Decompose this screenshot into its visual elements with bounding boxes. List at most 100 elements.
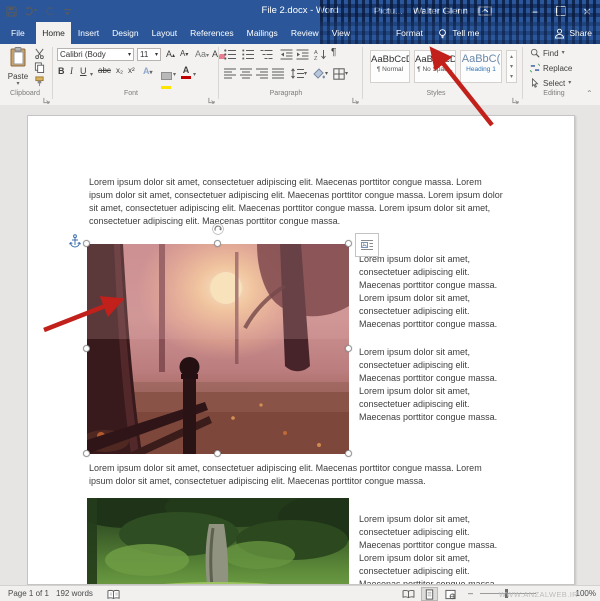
maximize-button[interactable] (548, 0, 574, 22)
ribbon-tab-row: File Home Insert Design Layout Reference… (0, 0, 600, 44)
save-icon[interactable] (6, 6, 17, 17)
zoom-level[interactable]: 100% (576, 589, 596, 598)
tab-file[interactable]: File (0, 22, 36, 44)
format-painter-icon[interactable] (34, 76, 45, 87)
read-mode-button[interactable] (400, 587, 417, 601)
collapse-ribbon-icon[interactable]: ⌃ (586, 89, 593, 98)
text-highlight-button[interactable] (161, 67, 172, 89)
side-text-1[interactable]: Lorem ipsum dolor sit amet, consectetuer… (359, 253, 506, 331)
font-name-combo[interactable]: Calibri (Body ▾ (57, 48, 134, 61)
resize-handle-middle-right[interactable] (345, 345, 352, 352)
borders-icon[interactable]: ▾ (333, 68, 348, 80)
word-window: File 2.docx - Word ▾ Pictu... Walter Gle… (0, 0, 600, 601)
replace-button[interactable]: Replace (530, 63, 572, 73)
styles-scroll-down-icon[interactable]: ▾ (510, 64, 513, 70)
clipboard-dialog-launcher-icon[interactable] (43, 91, 51, 99)
bullets-icon[interactable] (224, 49, 237, 60)
find-dropdown-icon: ▾ (561, 50, 565, 56)
tab-home[interactable]: Home (35, 22, 72, 44)
tab-format[interactable]: Format (389, 22, 429, 44)
rotate-handle-icon[interactable] (212, 222, 224, 240)
resize-handle-top-left[interactable] (83, 240, 90, 247)
layout-options-button[interactable] (355, 233, 379, 257)
show-hide-paragraph-icon[interactable]: ¶ (331, 48, 336, 58)
paragraph-mid[interactable]: Lorem ipsum dolor sit amet, consectetuer… (89, 462, 505, 488)
sort-icon[interactable] (314, 49, 327, 60)
document-page[interactable]: Lorem ipsum dolor sit amet, consectetuer… (27, 115, 575, 585)
font-size-combo[interactable]: 11 ▾ (137, 48, 161, 61)
resize-handle-middle-left[interactable] (83, 345, 90, 352)
shrink-font-button[interactable]: A ▾ (180, 50, 188, 59)
underline-button[interactable]: U (80, 67, 87, 76)
paragraph-dialog-launcher-icon[interactable] (352, 91, 360, 99)
ribbon-display-options-icon[interactable] (478, 5, 492, 17)
cut-icon[interactable] (34, 48, 45, 59)
resize-handle-top-right[interactable] (345, 240, 352, 247)
styles-gallery-scroll[interactable]: ▾ ▾ ▾ (506, 50, 517, 83)
paragraph-top[interactable]: Lorem ipsum dolor sit amet, consectetuer… (89, 176, 505, 228)
zoom-out-button[interactable]: – (468, 588, 473, 598)
resize-handle-bottom-left[interactable] (83, 450, 90, 457)
proofing-status-icon[interactable] (103, 587, 124, 601)
font-color-button[interactable]: A (181, 66, 191, 79)
align-right-icon[interactable] (256, 68, 268, 79)
document-photo-green-trees[interactable] (75, 487, 382, 584)
justify-icon[interactable] (272, 68, 284, 79)
tab-references[interactable]: References (184, 22, 240, 44)
print-layout-button[interactable] (421, 587, 438, 601)
copy-icon[interactable] (34, 62, 45, 73)
line-spacing-icon[interactable]: ▾ (291, 68, 307, 79)
text-effects-button[interactable]: A ▾ (143, 67, 153, 77)
user-name[interactable]: Walter Glenn (413, 6, 468, 17)
page-count-status[interactable]: Page 1 of 1 (4, 586, 53, 601)
find-button[interactable]: Find ▾ (530, 48, 565, 58)
word-count-status[interactable]: 192 words (52, 586, 97, 601)
share-label: Share (569, 28, 592, 38)
change-case-button[interactable]: Aa ▾ (195, 50, 209, 60)
share-button[interactable]: Share (546, 22, 600, 44)
web-layout-button[interactable] (442, 587, 459, 601)
font-dialog-launcher-icon[interactable] (208, 91, 216, 99)
redo-icon[interactable] (44, 6, 55, 17)
tab-design[interactable]: Design (106, 22, 145, 44)
style-heading1-sample: AaBbC( (461, 54, 501, 65)
superscript-button[interactable]: x² (128, 67, 135, 75)
side-text-2[interactable]: Lorem ipsum dolor sit amet, consectetuer… (359, 346, 506, 424)
paste-button[interactable]: Paste ▾ (5, 47, 31, 89)
grow-font-button[interactable]: A ▴ (166, 50, 175, 60)
tab-mailings[interactable]: Mailings (240, 22, 284, 44)
italic-button[interactable]: I (70, 67, 73, 76)
style-normal[interactable]: AaBbCcDc ¶ Normal (370, 50, 410, 83)
styles-scroll-up-icon[interactable]: ▾ (510, 53, 513, 59)
align-center-icon[interactable] (240, 68, 252, 79)
style-heading1[interactable]: AaBbC( Heading 1 (460, 50, 502, 83)
resize-handle-bottom-center[interactable] (214, 450, 221, 457)
close-button[interactable]: × (574, 0, 600, 22)
customize-qat-icon[interactable] (62, 6, 73, 17)
tell-me-box[interactable]: Tell me (429, 22, 487, 44)
numbering-icon[interactable] (242, 49, 255, 60)
tab-view[interactable]: View (325, 22, 356, 44)
resize-handle-top-center[interactable] (214, 240, 221, 247)
subscript-button[interactable]: x₂ (116, 67, 123, 75)
tab-layout[interactable]: Layout (145, 22, 184, 44)
select-button[interactable]: Select ▾ (530, 78, 571, 88)
bold-button[interactable]: B (58, 67, 65, 76)
shading-icon[interactable]: ▾ (313, 68, 328, 79)
styles-gallery-more-icon[interactable]: ▾ (510, 74, 513, 80)
decrease-indent-icon[interactable] (280, 49, 293, 60)
styles-dialog-launcher-icon[interactable] (512, 91, 520, 99)
resize-handle-bottom-right[interactable] (345, 450, 352, 457)
strikethrough-button[interactable]: abc (98, 67, 111, 75)
multilevel-list-icon[interactable] (260, 49, 273, 60)
font-name-dropdown-icon: ▾ (127, 51, 131, 58)
document-photo-foggy-sunrise[interactable] (87, 244, 352, 457)
increase-indent-icon[interactable] (296, 49, 309, 60)
align-left-icon[interactable] (224, 68, 236, 79)
style-no-spacing[interactable]: AaBbCcDc ¶ No Spac... (414, 50, 456, 83)
tab-insert[interactable]: Insert (71, 22, 105, 44)
undo-icon[interactable]: ▾ (24, 6, 37, 17)
side-text-3[interactable]: Lorem ipsum dolor sit amet, consectetuer… (359, 513, 506, 584)
minimize-button[interactable]: – (522, 0, 548, 22)
tab-review[interactable]: Review (284, 22, 325, 44)
